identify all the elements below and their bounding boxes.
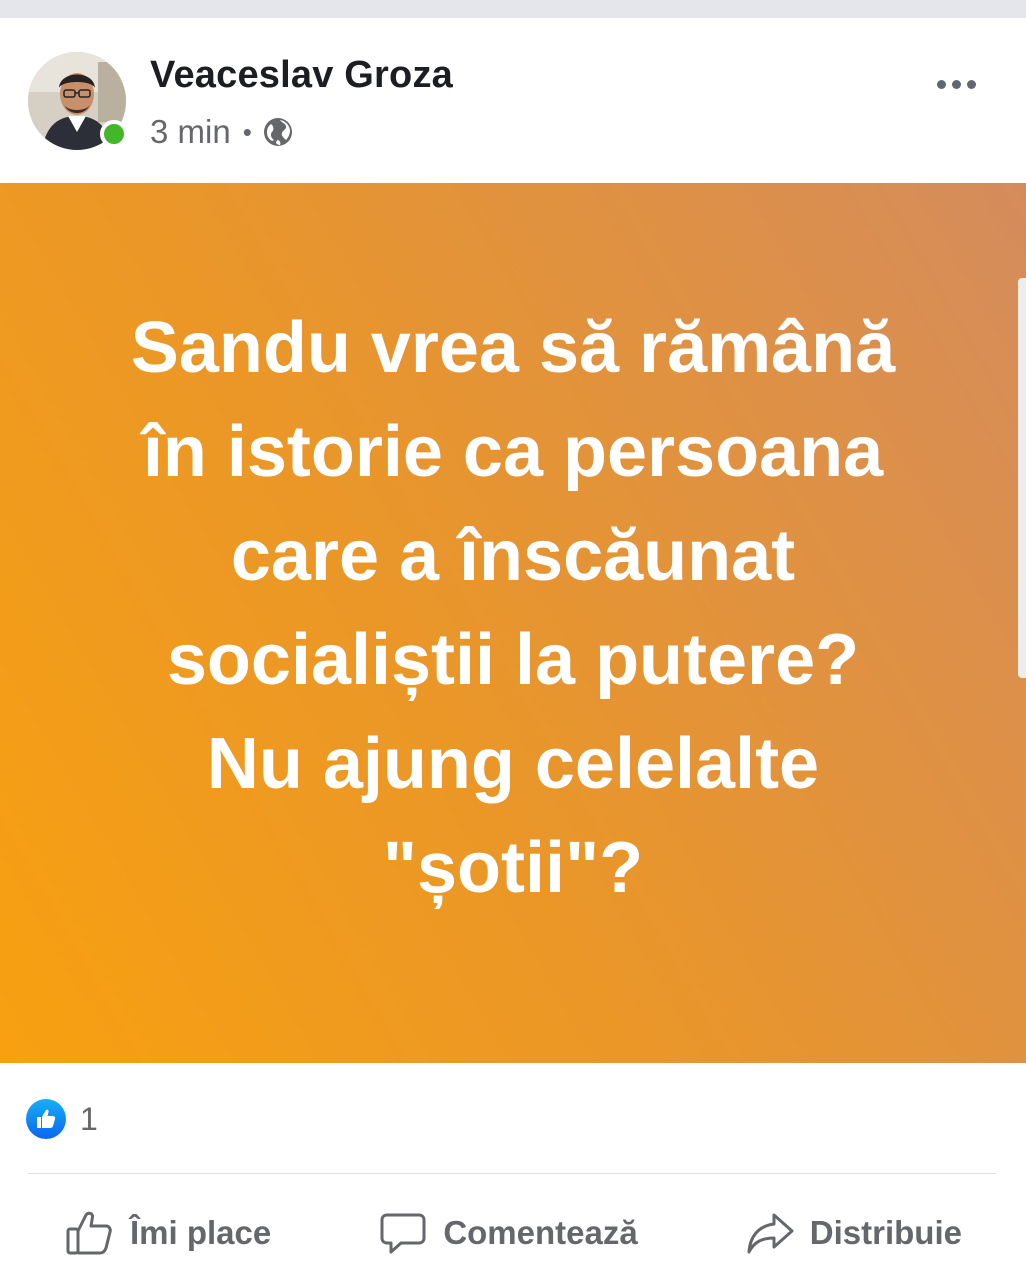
avatar-container[interactable] xyxy=(28,52,128,150)
more-dot xyxy=(936,79,946,89)
post-text: Sandu vrea să rămână în istorie ca perso… xyxy=(130,308,896,908)
more-dot xyxy=(951,79,961,89)
post-card: Veaceslav Groza 3 min • Sandu vrea să ră… xyxy=(0,18,1026,1280)
divider xyxy=(28,1173,996,1174)
author-name[interactable]: Veaceslav Groza xyxy=(150,54,453,97)
reactions-summary[interactable]: 1 xyxy=(26,1098,98,1140)
post-actions: Îmi place Comentează Distribuie xyxy=(0,1193,1026,1273)
comment-button[interactable]: Comentează xyxy=(377,1207,638,1259)
top-strip xyxy=(0,0,1026,18)
post-timestamp[interactable]: 3 min xyxy=(150,113,231,151)
like-button-label: Îmi place xyxy=(130,1214,272,1251)
post-meta: 3 min • xyxy=(150,110,294,154)
post-header: Veaceslav Groza 3 min • xyxy=(0,18,1026,183)
scrollbar[interactable] xyxy=(1018,278,1026,678)
online-status-dot xyxy=(100,120,128,148)
reaction-count: 1 xyxy=(80,1100,98,1137)
meta-separator: • xyxy=(242,116,252,147)
comment-button-label: Comentează xyxy=(443,1214,638,1251)
share-button-label: Distribuie xyxy=(809,1214,962,1251)
thumbs-up-icon xyxy=(64,1207,116,1259)
like-button[interactable]: Îmi place xyxy=(64,1207,271,1259)
more-dot xyxy=(966,79,976,89)
share-button[interactable]: Distribuie xyxy=(744,1207,962,1259)
globe-icon[interactable] xyxy=(262,116,294,148)
like-reaction-icon xyxy=(26,1099,66,1139)
share-icon xyxy=(744,1207,796,1259)
comment-icon xyxy=(377,1207,429,1259)
post-colored-background: Sandu vrea să rămână în istorie ca perso… xyxy=(0,183,1026,1063)
more-options-button[interactable] xyxy=(926,62,986,106)
